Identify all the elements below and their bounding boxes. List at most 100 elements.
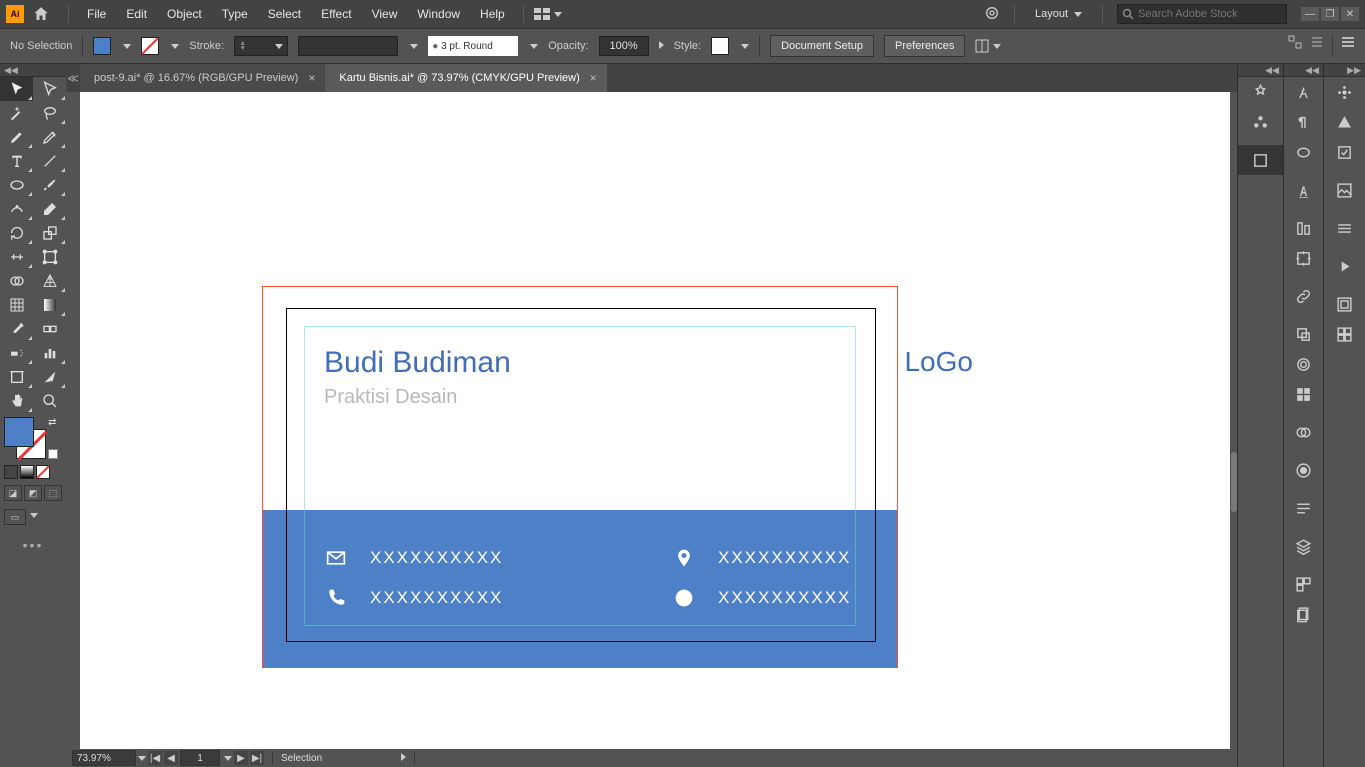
align-flyout-icon[interactable] xyxy=(975,39,1001,53)
default-fill-stroke-icon[interactable] xyxy=(48,449,58,459)
artboards-list-icon[interactable] xyxy=(1284,599,1323,629)
draw-behind[interactable]: ◩ xyxy=(24,485,42,501)
menu-effect[interactable]: Effect xyxy=(313,3,359,25)
prev-artboard[interactable]: ◀ xyxy=(164,751,178,765)
actions-panel-icon[interactable] xyxy=(1324,251,1365,281)
screen-mode[interactable]: ▭ xyxy=(4,509,26,525)
artboard-number[interactable]: 1 xyxy=(180,750,220,766)
eraser-tool[interactable] xyxy=(33,197,66,221)
opacity-input[interactable]: 100% xyxy=(599,36,649,56)
stroke-dropdown[interactable] xyxy=(169,41,179,51)
home-icon[interactable] xyxy=(32,5,50,23)
column-graph-tool[interactable] xyxy=(33,341,66,365)
layers-panel-icon[interactable] xyxy=(1284,531,1323,561)
image-trace-panel-icon[interactable] xyxy=(1324,175,1365,205)
vwp-dropdown[interactable] xyxy=(408,40,418,52)
none-mode[interactable] xyxy=(36,465,50,479)
curvature-tool[interactable] xyxy=(33,125,66,149)
zoom-level[interactable]: 73.97% xyxy=(72,750,136,766)
variable-width-profile[interactable] xyxy=(298,36,398,56)
color-mode[interactable] xyxy=(4,465,18,479)
eyedropper-tool[interactable] xyxy=(0,317,33,341)
draw-inside[interactable]: ⬚ xyxy=(44,485,62,501)
menu-type[interactable]: Type xyxy=(214,3,256,25)
first-artboard[interactable]: |◀ xyxy=(148,751,162,765)
fill-stroke-control[interactable] xyxy=(4,417,46,459)
canvas[interactable]: Budi Budiman Praktisi Desain LoGo XXXXXX… xyxy=(66,92,1237,749)
tabs-scroll-icon[interactable]: ≪ xyxy=(66,64,80,92)
collapse-panel-icon[interactable]: ◀◀ xyxy=(1265,65,1279,76)
pathfinder-panel-icon[interactable] xyxy=(1284,319,1323,349)
opentype-panel-icon[interactable] xyxy=(1284,137,1323,167)
brushes-panel-icon[interactable] xyxy=(1324,213,1365,243)
collapse-panel-icon[interactable]: ▶▶ xyxy=(1347,65,1361,76)
zoom-tool[interactable] xyxy=(33,389,66,413)
shaper-tool[interactable] xyxy=(0,197,33,221)
asset-export-panel-icon[interactable] xyxy=(1284,569,1323,599)
status-menu[interactable] xyxy=(401,753,406,764)
width-tool[interactable] xyxy=(0,245,33,269)
menu-window[interactable]: Window xyxy=(409,3,468,25)
stock-search-input[interactable] xyxy=(1138,8,1278,20)
brush-dropdown[interactable] xyxy=(528,40,538,52)
collapse-panel-icon[interactable]: ◀◀ xyxy=(1305,65,1319,76)
minimize-button[interactable]: — xyxy=(1301,7,1319,21)
align-panel-icon[interactable] xyxy=(1310,35,1324,57)
workspace-switcher[interactable]: Layout xyxy=(1029,6,1088,22)
hand-tool[interactable] xyxy=(0,389,33,413)
color-panel-icon[interactable] xyxy=(1324,77,1365,107)
menu-select[interactable]: Select xyxy=(260,3,309,25)
document-tab[interactable]: post-9.ai* @ 16.67% (RGB/GPU Preview) × xyxy=(80,64,325,92)
shape-builder-tool[interactable] xyxy=(0,269,33,293)
lasso-tool[interactable] xyxy=(33,101,66,125)
menu-edit[interactable]: Edit xyxy=(118,3,155,25)
opacity-slider[interactable] xyxy=(659,40,664,52)
glyphs-panel-icon[interactable] xyxy=(1284,175,1323,205)
zoom-dropdown[interactable] xyxy=(136,753,146,764)
graphic-style[interactable] xyxy=(711,37,729,55)
search-help-icon[interactable] xyxy=(984,5,1000,24)
control-menu-icon[interactable] xyxy=(1341,35,1355,57)
transform-panel-icon[interactable] xyxy=(1288,35,1302,57)
free-transform-tool[interactable] xyxy=(33,245,66,269)
paintbrush-tool[interactable] xyxy=(33,173,66,197)
character-panel-icon[interactable] xyxy=(1284,77,1323,107)
symbol-sprayer-tool[interactable] xyxy=(0,341,33,365)
fill-swatch[interactable] xyxy=(93,37,111,55)
graphic-styles-panel-icon[interactable] xyxy=(1324,289,1365,319)
stroke-weight-input[interactable]: ▲▼ xyxy=(234,36,288,56)
brush-definition[interactable]: ● 3 pt. Round xyxy=(428,36,518,56)
blend-tool[interactable] xyxy=(33,317,66,341)
libraries-panel-icon[interactable] xyxy=(1238,107,1283,137)
css-properties-panel-icon[interactable] xyxy=(1324,319,1365,349)
app-icon[interactable]: Ai xyxy=(6,5,24,23)
fill-color[interactable] xyxy=(4,417,34,447)
document-setup-button[interactable]: Document Setup xyxy=(770,35,874,57)
preferences-button[interactable]: Preferences xyxy=(884,35,965,57)
artboard-dropdown[interactable] xyxy=(222,753,232,764)
draw-normal[interactable]: ◪ xyxy=(4,485,22,501)
pen-tool[interactable] xyxy=(0,125,33,149)
ellipse-tool[interactable] xyxy=(0,173,33,197)
artboards-panel-icon[interactable] xyxy=(1238,145,1283,175)
rotate-tool[interactable] xyxy=(0,221,33,245)
text-wrap-panel-icon[interactable] xyxy=(1284,493,1323,523)
collapse-tools-icon[interactable]: ◀◀ xyxy=(4,65,18,76)
perspective-grid-tool[interactable] xyxy=(33,269,66,293)
gradient-mode[interactable] xyxy=(20,465,34,479)
screen-mode-dropdown[interactable] xyxy=(28,509,38,525)
transparency-panel-icon[interactable] xyxy=(1284,417,1323,447)
stock-search[interactable] xyxy=(1117,4,1287,24)
color-guide-panel-icon[interactable] xyxy=(1324,107,1365,137)
properties-panel-icon[interactable] xyxy=(1238,77,1283,107)
links-panel-icon[interactable] xyxy=(1284,281,1323,311)
style-dropdown[interactable] xyxy=(739,40,749,52)
stroke-swatch[interactable] xyxy=(141,37,159,55)
last-artboard[interactable]: ▶| xyxy=(250,751,264,765)
close-icon[interactable]: × xyxy=(308,71,315,85)
direct-selection-tool[interactable] xyxy=(33,77,66,101)
close-button[interactable]: ✕ xyxy=(1341,7,1359,21)
slice-tool[interactable] xyxy=(33,365,66,389)
transform-panel-icon[interactable] xyxy=(1284,243,1323,273)
menu-view[interactable]: View xyxy=(364,3,406,25)
